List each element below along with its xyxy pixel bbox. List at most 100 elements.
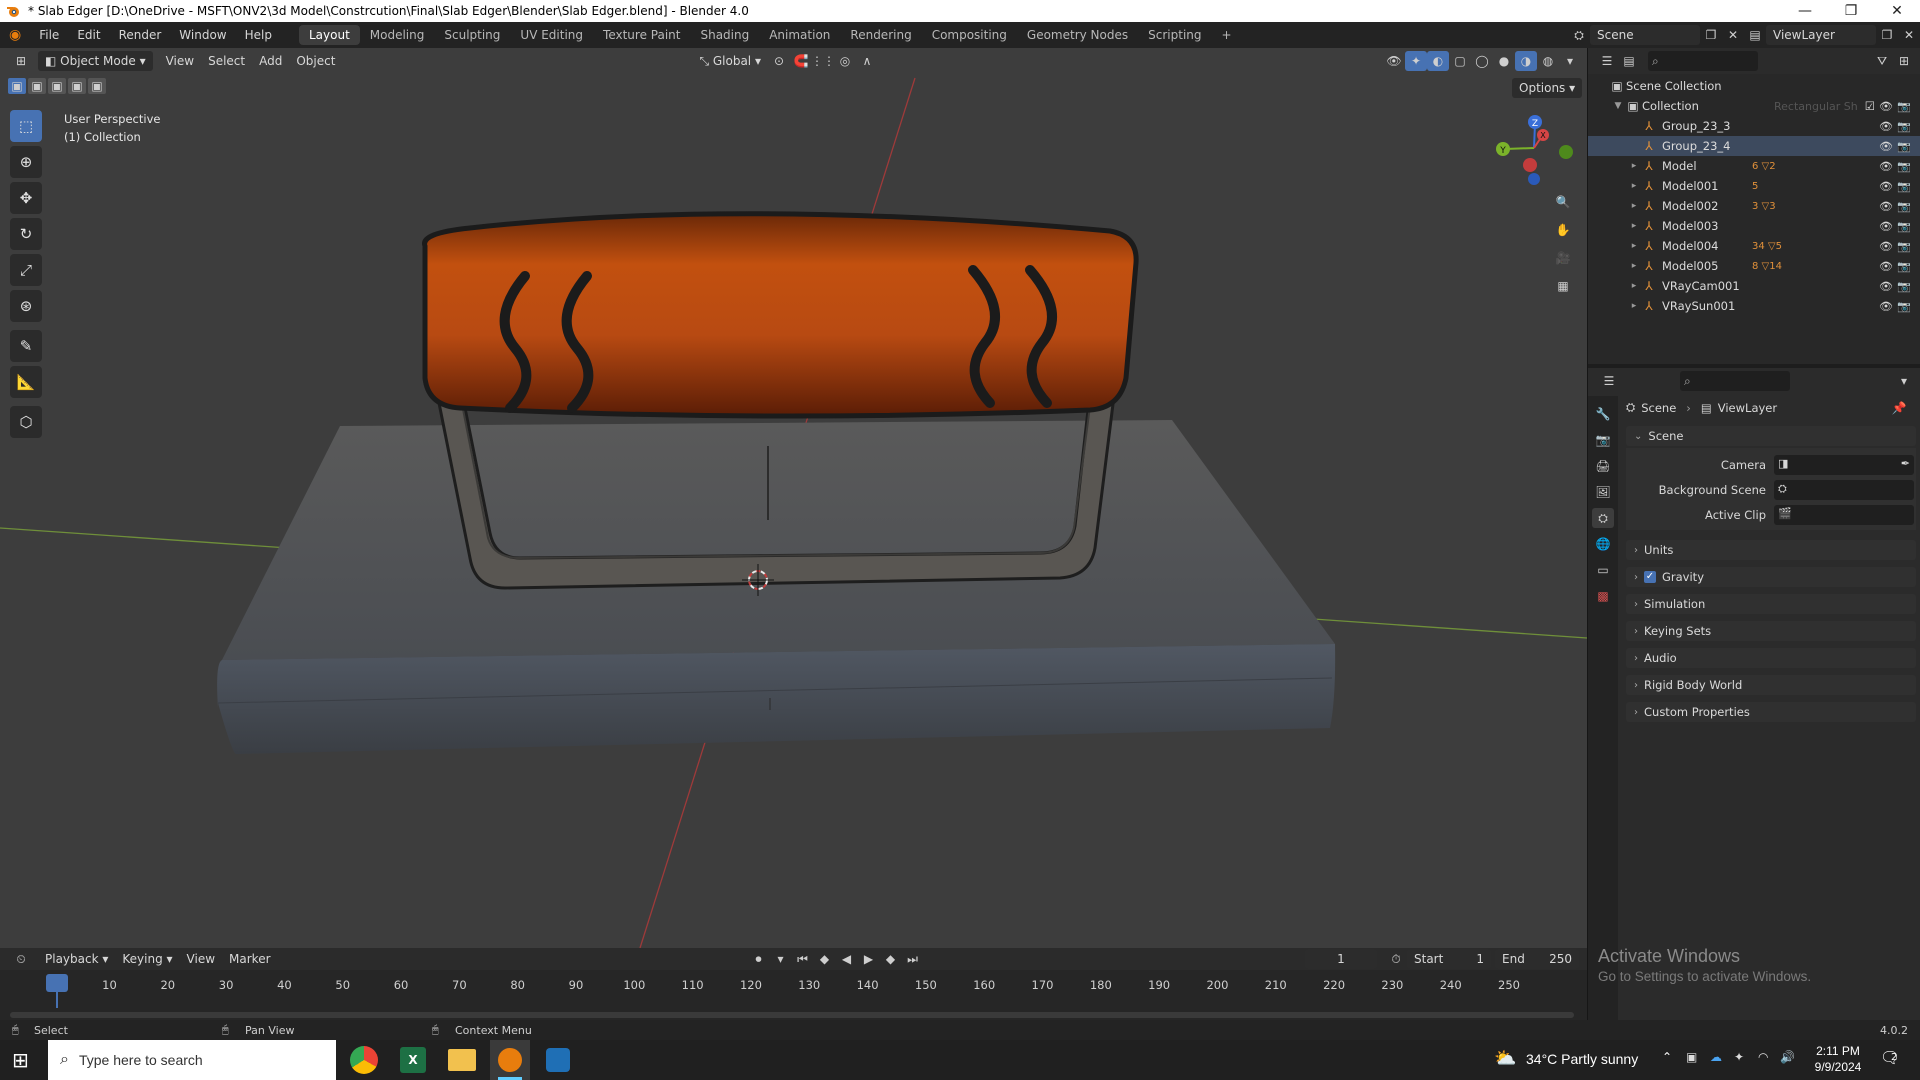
tab-scripting[interactable]: Scripting — [1138, 25, 1211, 45]
overlay-toggle-icon[interactable]: ◐ — [1427, 51, 1449, 71]
weather-text[interactable]: 34°C Partly sunny — [1526, 1051, 1638, 1067]
maximize-button[interactable]: ❐ — [1828, 3, 1874, 19]
ortho-toggle-icon[interactable]: ▦ — [1552, 276, 1574, 296]
panel-audio[interactable]: › Audio — [1626, 648, 1916, 668]
rotate-tool-icon[interactable]: ↻ — [10, 218, 42, 250]
outliner-item[interactable]: ▸ ⅄ Model004 34 ▽5 👁 📷 — [1588, 236, 1920, 256]
end-frame-field[interactable]: End 250 — [1495, 949, 1579, 969]
taskbar-clock[interactable]: 2:11 PM 9/9/2024 — [1808, 1043, 1868, 1075]
viewlayer-selector-icon[interactable]: ▤ — [1744, 25, 1766, 45]
navigation-gizmo[interactable]: Z Y X — [1496, 115, 1573, 185]
menu-view[interactable]: View — [159, 51, 201, 71]
cursor-tool-icon[interactable]: ⊕ — [10, 146, 42, 178]
wifi-icon[interactable]: ◠ — [1758, 1050, 1768, 1064]
scene-name-field[interactable]: Scene — [1590, 25, 1700, 45]
render-camera-icon[interactable]: 📷 — [1897, 100, 1911, 113]
start-frame-field[interactable]: Start 1 — [1407, 949, 1491, 969]
tab-texture-paint[interactable]: Texture Paint — [593, 25, 690, 45]
volume-icon[interactable]: 🔊 — [1780, 1050, 1795, 1064]
snap-target-icon[interactable]: ⋮⋮ — [811, 51, 835, 71]
snap-icon[interactable]: 🧲 — [790, 51, 812, 71]
pan-hand-icon[interactable]: ✋ — [1552, 220, 1574, 240]
panel-simulation[interactable]: › Simulation — [1626, 594, 1916, 614]
measure-tool-icon[interactable]: 📐 — [10, 366, 42, 398]
add-cube-tool-icon[interactable]: ⬡ — [10, 406, 42, 438]
camera-field[interactable]: ◨ ✒ — [1774, 455, 1914, 475]
texture-tab-icon[interactable]: ▩ — [1592, 586, 1614, 606]
panel-gravity[interactable]: › ✓ Gravity — [1626, 567, 1916, 587]
menu-playback[interactable]: Playback ▾ — [38, 949, 115, 969]
view-layer-tab-icon[interactable]: 🖼 — [1592, 482, 1614, 502]
scene-selector-icon[interactable]: ⛭ — [1568, 25, 1590, 45]
annotate-tool-icon[interactable]: ✎ — [10, 330, 42, 362]
pivot-point-icon[interactable]: ⊙ — [768, 51, 790, 71]
visibility-eye-icon[interactable]: 👁 — [1879, 140, 1893, 153]
select-box-tool-icon[interactable]: ⬚ — [10, 110, 42, 142]
menu-render[interactable]: Render — [110, 22, 171, 48]
current-frame-field[interactable]: 1 — [1305, 949, 1377, 969]
dropbox-icon[interactable]: ✦ — [1734, 1050, 1744, 1064]
move-tool-icon[interactable]: ✥ — [10, 182, 42, 214]
tab-modeling[interactable]: Modeling — [360, 25, 435, 45]
menu-file[interactable]: File — [30, 22, 68, 48]
scene-tab-icon[interactable]: ⛭ — [1592, 508, 1614, 528]
render-camera-icon[interactable]: 📷 — [1897, 160, 1911, 173]
select-extend-icon[interactable]: ▣ — [28, 78, 46, 94]
collection-tab-icon[interactable]: ▭ — [1592, 560, 1614, 580]
world-tab-icon[interactable]: 🌐 — [1592, 534, 1614, 554]
viewlayer-name-field[interactable]: ViewLayer — [1766, 25, 1876, 45]
menu-select[interactable]: Select — [201, 51, 252, 71]
timeline[interactable]: ⏲ Playback ▾ Keying ▾ View Marker ⏺ ▾ ⏮ … — [0, 946, 1811, 1030]
tab-uv-editing[interactable]: UV Editing — [510, 25, 593, 45]
gravity-checkbox[interactable]: ✓ — [1644, 571, 1656, 583]
rendered-shading-icon[interactable]: ◍ — [1537, 51, 1559, 71]
outliner-item[interactable]: ▸ ⅄ Model 6 ▽2 👁 📷 — [1588, 156, 1920, 176]
gizmo-toggle-icon[interactable]: ✦ — [1405, 51, 1427, 71]
outliner-item[interactable]: ⅄ Group_23_3 👁 📷 — [1588, 116, 1920, 136]
render-camera-icon[interactable]: 📷 — [1897, 200, 1911, 213]
properties-editor-type-icon[interactable]: ☰ — [1598, 371, 1620, 391]
visibility-eye-icon[interactable]: 👁 — [1879, 280, 1893, 293]
scale-tool-icon[interactable]: ⤢ — [10, 254, 42, 286]
shading-options-icon[interactable]: ▾ — [1559, 51, 1581, 71]
jump-start-icon[interactable]: ⏮ — [792, 949, 814, 969]
transform-orientation-dropdown[interactable]: ⤡ Global ▾ — [692, 51, 768, 71]
new-scene-icon[interactable]: ❐ — [1700, 25, 1722, 45]
tab-animation[interactable]: Animation — [759, 25, 840, 45]
add-workspace-button[interactable]: + — [1212, 25, 1242, 45]
tab-geometry-nodes[interactable]: Geometry Nodes — [1017, 25, 1138, 45]
excel-icon[interactable]: X — [400, 1047, 426, 1073]
visibility-filter-icon[interactable]: 👁 — [1383, 51, 1405, 71]
outliner-search-input[interactable]: ⌕ — [1648, 51, 1758, 71]
play-icon[interactable]: ▶ — [858, 949, 880, 969]
select-new-icon[interactable]: ▣ — [8, 78, 26, 94]
outliner-scene-collection[interactable]: ▣ Scene Collection — [1588, 76, 1920, 96]
expand-triangle-icon[interactable]: ▸ — [1628, 301, 1640, 311]
menu-help[interactable]: Help — [236, 22, 281, 48]
tab-sculpting[interactable]: Sculpting — [434, 25, 510, 45]
next-keyframe-icon[interactable]: ◆ — [880, 949, 902, 969]
render-camera-icon[interactable]: 📷 — [1897, 240, 1911, 253]
render-camera-icon[interactable]: 📷 — [1897, 280, 1911, 293]
render-tab-icon[interactable]: 📷 — [1592, 430, 1614, 450]
active-clip-field[interactable]: 🎬 — [1774, 505, 1914, 525]
chrome-icon[interactable] — [350, 1046, 378, 1074]
transform-tool-icon[interactable]: ⊛ — [10, 290, 42, 322]
panel-custom-properties[interactable]: › Custom Properties — [1626, 702, 1916, 722]
visibility-eye-icon[interactable]: 👁 — [1879, 240, 1893, 253]
mode-selector[interactable]: ◧ Object Mode ▾ — [38, 51, 153, 71]
render-camera-icon[interactable]: 📷 — [1897, 220, 1911, 233]
blender-menu-icon[interactable]: ◉ — [0, 22, 30, 48]
expand-triangle-icon[interactable]: ▸ — [1628, 281, 1640, 291]
render-camera-icon[interactable]: 📷 — [1897, 260, 1911, 273]
zoom-icon[interactable]: 🔍 — [1552, 192, 1574, 212]
delete-viewlayer-icon[interactable]: ✕ — [1898, 25, 1920, 45]
properties-search-input[interactable]: ⌕ — [1680, 371, 1790, 391]
record-icon[interactable]: ⏺ — [748, 949, 770, 969]
expand-triangle-icon[interactable]: ▸ — [1628, 201, 1640, 211]
visibility-eye-icon[interactable]: 👁 — [1879, 160, 1893, 173]
windows-start-icon[interactable]: ⊞ — [12, 1048, 29, 1072]
outliner-item[interactable]: ▸ ⅄ Model003 👁 📷 — [1588, 216, 1920, 236]
menu-window[interactable]: Window — [170, 22, 235, 48]
tab-layout[interactable]: Layout — [298, 25, 360, 45]
